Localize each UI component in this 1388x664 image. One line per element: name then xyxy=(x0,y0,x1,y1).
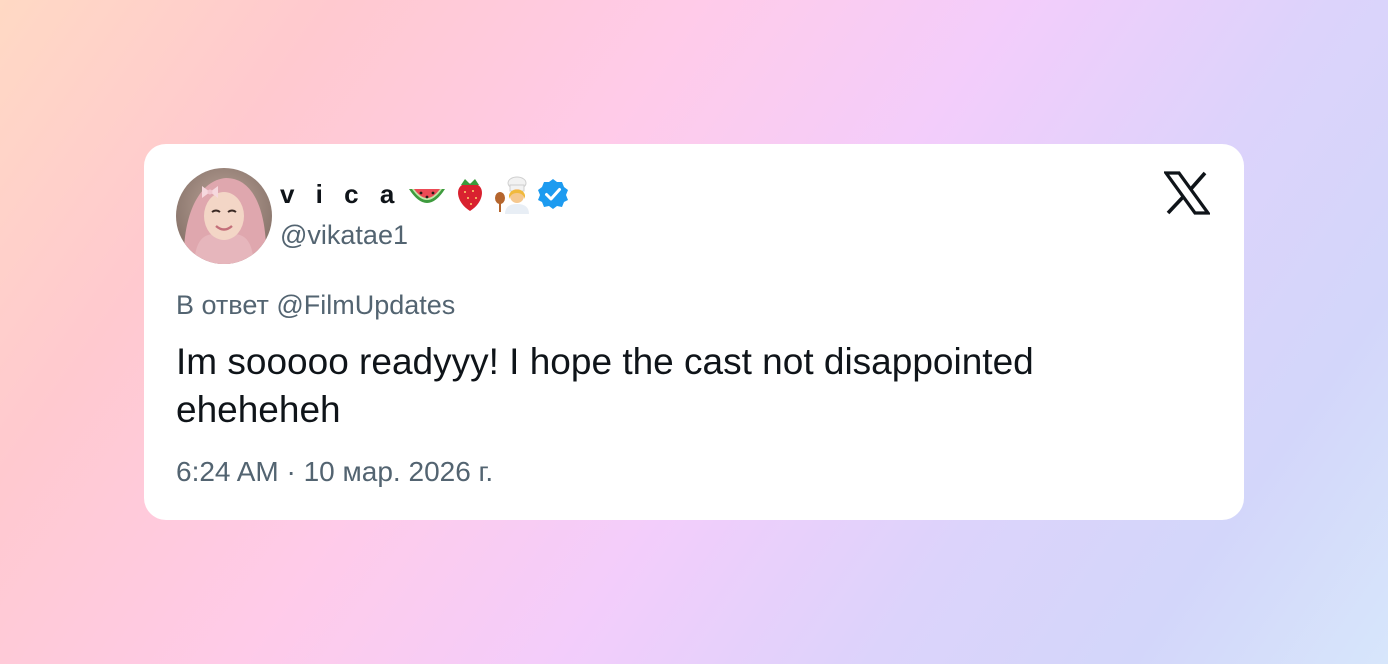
avatar[interactable] xyxy=(176,168,272,264)
display-name[interactable]: v i c a xyxy=(280,179,401,210)
reply-to-line[interactable]: В ответ @FilmUpdates xyxy=(176,290,455,321)
tweet-timestamp[interactable]: 6:24 AM · 10 мар. 2026 г. xyxy=(176,456,493,488)
display-name-row: v i c a xyxy=(280,174,569,214)
strawberry-emoji-icon xyxy=(453,175,487,213)
tweet-text: Im sooooo readyyy! I hope the cast not d… xyxy=(176,341,1034,430)
verified-badge-icon[interactable] xyxy=(537,178,569,210)
watermelon-emoji-icon xyxy=(407,177,447,211)
woman-cook-emoji-icon xyxy=(493,174,531,214)
x-logo-icon[interactable] xyxy=(1164,171,1210,215)
user-handle[interactable]: @vikatae1 xyxy=(280,220,408,251)
tweet-card: v i c a @vikatae1 В ответ @FilmUpdates I… xyxy=(144,144,1244,520)
